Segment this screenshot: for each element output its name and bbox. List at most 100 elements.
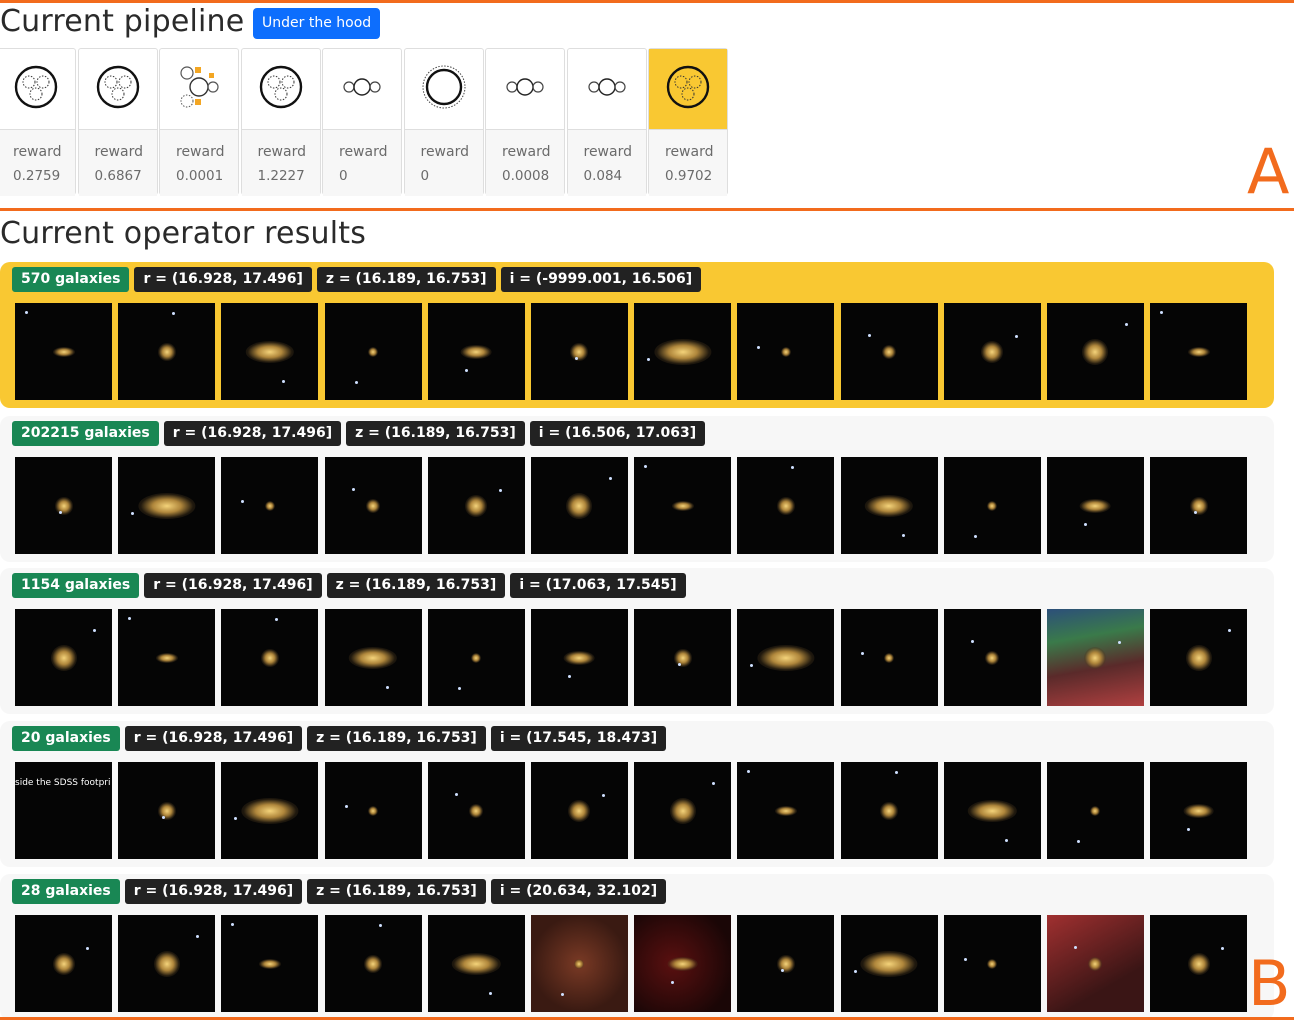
operator-info: reward 0 [404, 130, 483, 196]
reward-label: reward [665, 144, 714, 160]
galaxy-thumbnail[interactable] [737, 609, 835, 706]
galaxy-thumbnail[interactable] [324, 915, 422, 1012]
galaxy-thumbnail[interactable] [15, 303, 112, 400]
galaxy-thumbnail[interactable] [840, 762, 938, 859]
pipeline-operators: reward 0.2759 reward 0.6867 reward 0.000… [0, 48, 730, 196]
galaxy-thumbnail[interactable] [530, 762, 628, 859]
operator-card[interactable]: reward 0.0001 [159, 48, 239, 196]
galaxy-thumbnail[interactable] [943, 762, 1041, 859]
galaxy-thumbnail[interactable] [427, 915, 525, 1012]
operator-info: reward 0.084 [567, 130, 646, 196]
galaxy-thumbnail[interactable] [1046, 762, 1144, 859]
galaxy-thumbnail[interactable] [737, 762, 835, 859]
galaxy-thumbnail[interactable] [943, 303, 1041, 400]
operator-card[interactable]: reward 0 [403, 48, 484, 196]
operator-card[interactable]: reward 0 [322, 48, 402, 196]
galaxy-thumbnail[interactable] [15, 457, 112, 554]
z-range-badge: z = (16.189, 16.753] [346, 421, 525, 446]
galaxy-thumbnail[interactable] [221, 457, 319, 554]
galaxy-thumbnail[interactable] [634, 457, 732, 554]
panel-letter-b: B [1248, 947, 1291, 1020]
galaxy-thumbnail[interactable] [943, 457, 1041, 554]
galaxy-thumbnail[interactable] [118, 609, 216, 706]
galaxy-thumbnail[interactable] [15, 609, 112, 706]
galaxy-thumbnail[interactable] [324, 762, 422, 859]
galaxy-count-badge: 570 galaxies [12, 267, 130, 292]
result-row[interactable]: 570 galaxies r = (16.928, 17.496] z = (1… [0, 262, 1274, 408]
galaxy-thumbnail[interactable] [840, 303, 938, 400]
result-row[interactable]: 20 galaxies r = (16.928, 17.496] z = (16… [0, 721, 1274, 867]
galaxy-thumbnail[interactable] [1150, 915, 1248, 1012]
thumbnail-strip [15, 915, 1253, 1012]
galaxy-thumbnail[interactable] [221, 303, 319, 400]
galaxy-thumbnail[interactable] [1150, 609, 1248, 706]
galaxy-thumbnail[interactable] [1046, 303, 1144, 400]
reward-value: 0.9702 [665, 168, 713, 184]
galaxy-thumbnail[interactable] [427, 609, 525, 706]
galaxy-thumbnail[interactable] [118, 915, 216, 1012]
reward-label: reward [502, 144, 551, 160]
galaxy-thumbnail[interactable] [1046, 609, 1144, 706]
galaxy-thumbnail[interactable] [1150, 762, 1248, 859]
operator-icon-area [0, 49, 75, 130]
reward-value: 0.6867 [94, 168, 142, 184]
result-row[interactable]: 1154 galaxies r = (16.928, 17.496] z = (… [0, 568, 1274, 714]
galaxy-thumbnail[interactable] [427, 303, 525, 400]
under-the-hood-button[interactable]: Under the hood [253, 8, 381, 39]
circle-cluster-icon [257, 63, 305, 115]
galaxy-thumbnail[interactable] [737, 303, 835, 400]
galaxy-thumbnail[interactable] [530, 609, 628, 706]
galaxy-thumbnail[interactable] [943, 609, 1041, 706]
galaxy-thumbnail[interactable] [324, 609, 422, 706]
result-row[interactable]: 202215 galaxies r = (16.928, 17.496] z =… [0, 416, 1274, 562]
galaxy-thumbnail[interactable] [530, 303, 628, 400]
galaxy-thumbnail[interactable] [118, 762, 216, 859]
reward-label: reward [257, 144, 307, 160]
galaxy-thumbnail[interactable] [221, 762, 319, 859]
galaxy-thumbnail[interactable] [1046, 915, 1144, 1012]
operator-card[interactable]: reward 0.084 [566, 48, 647, 196]
z-range-badge: z = (16.189, 16.753] [326, 573, 506, 598]
galaxy-thumbnail[interactable] [1150, 303, 1248, 400]
galaxy-thumbnail[interactable] [1150, 457, 1248, 554]
galaxy-thumbnail[interactable] [840, 609, 938, 706]
r-range-badge: r = (16.928, 17.496] [163, 421, 342, 446]
galaxy-count-badge: 20 galaxies [12, 726, 120, 751]
operator-card[interactable]: reward 1.2227 [240, 48, 321, 196]
galaxy-thumbnail[interactable] [221, 915, 319, 1012]
reward-label: reward [339, 144, 388, 160]
galaxy-thumbnail[interactable] [737, 915, 835, 1012]
galaxy-thumbnail[interactable] [634, 762, 732, 859]
operator-card[interactable]: reward 0.0008 [485, 48, 565, 196]
circle-cluster-icon [664, 63, 712, 115]
galaxy-thumbnail[interactable] [118, 303, 216, 400]
panel-letter-a: A [1247, 135, 1290, 208]
galaxy-thumbnail[interactable] [737, 457, 835, 554]
galaxy-thumbnail[interactable] [634, 303, 732, 400]
operator-card[interactable]: reward 0.9702 [648, 48, 728, 196]
galaxy-thumbnail[interactable] [324, 303, 422, 400]
galaxy-thumbnail[interactable]: side the SDSS footpri [15, 762, 112, 859]
i-range-badge: i = (-9999.001, 16.506] [500, 267, 702, 292]
galaxy-thumbnail[interactable] [427, 762, 525, 859]
operator-icon-area [323, 49, 401, 130]
galaxy-thumbnail[interactable] [943, 915, 1041, 1012]
galaxy-thumbnail[interactable] [840, 915, 938, 1012]
reward-label: reward [420, 144, 470, 160]
galaxy-thumbnail[interactable] [634, 915, 732, 1012]
galaxy-thumbnail[interactable] [530, 457, 628, 554]
galaxy-thumbnail[interactable] [324, 457, 422, 554]
result-row[interactable]: 28 galaxies r = (16.928, 17.496] z = (16… [0, 874, 1274, 1020]
galaxy-thumbnail[interactable] [634, 609, 732, 706]
z-range-badge: z = (16.189, 16.753] [316, 267, 496, 292]
galaxy-thumbnail[interactable] [221, 609, 319, 706]
galaxy-thumbnail[interactable] [15, 915, 112, 1012]
galaxy-thumbnail[interactable] [118, 457, 216, 554]
pipeline-title: Current pipeline [0, 4, 245, 39]
galaxy-thumbnail[interactable] [530, 915, 628, 1012]
galaxy-thumbnail[interactable] [427, 457, 525, 554]
galaxy-thumbnail[interactable] [840, 457, 938, 554]
operator-card[interactable]: reward 0.2759 [0, 48, 76, 196]
operator-card[interactable]: reward 0.6867 [77, 48, 158, 196]
galaxy-thumbnail[interactable] [1046, 457, 1144, 554]
